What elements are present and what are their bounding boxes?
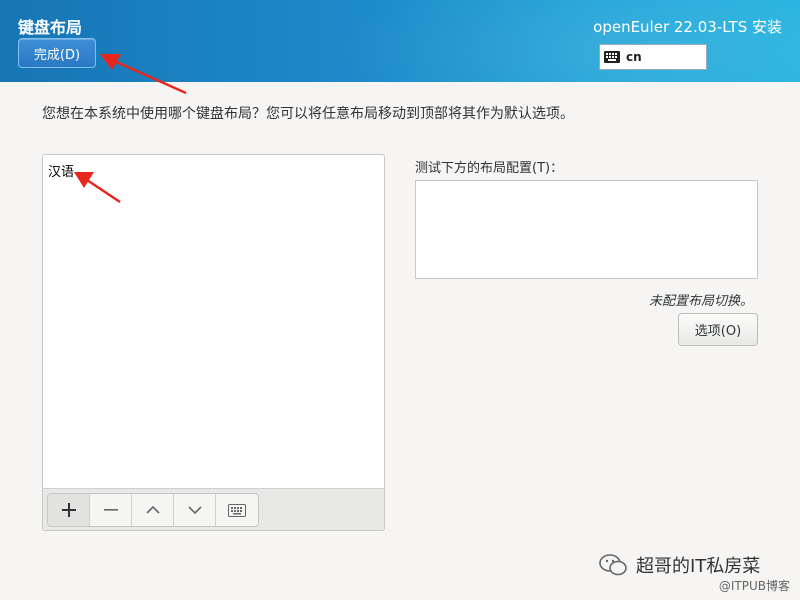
layout-item-chinese[interactable]: 汉语 [48, 161, 74, 180]
plus-icon [61, 503, 76, 517]
options-button[interactable]: 选项(O) [678, 313, 758, 346]
instruction-text: 您想在本系统中使用哪个键盘布局？您可以将任意布局移动到顶部将其作为默认选项。 [42, 106, 574, 122]
add-layout-button[interactable] [48, 494, 90, 526]
watermark-source: @ITPUB博客 [718, 579, 790, 593]
preview-layout-button[interactable] [216, 494, 258, 526]
layout-list: 汉语 [42, 154, 385, 531]
keyboard-layout-indicator[interactable]: cn [599, 44, 707, 70]
header-bar: 键盘布局 完成(D) openEuler 22.03-LTS 安装 cn [0, 0, 800, 82]
keyboard-icon [604, 51, 620, 63]
layout-switch-status: 未配置布局切换。 [648, 294, 753, 309]
watermark-channel-text: 超哥的IT私房菜 [636, 556, 761, 577]
watermark-channel: 超哥的IT私房菜 [598, 552, 760, 578]
wechat-icon [599, 554, 627, 576]
done-button[interactable]: 完成(D) [18, 38, 96, 68]
chevron-up-icon [145, 505, 160, 514]
layout-toolbar [43, 488, 384, 530]
product-title: openEuler 22.03-LTS 安装 [593, 18, 782, 36]
minus-icon [103, 509, 118, 511]
chevron-down-icon [187, 506, 202, 515]
header-decoration [280, 0, 800, 82]
page-title: 键盘布局 [18, 18, 83, 37]
test-layout-input[interactable] [415, 180, 758, 279]
keyboard-icon [228, 503, 246, 517]
layout-toolbar-buttons [47, 493, 259, 527]
test-layout-label: 测试下方的布局配置(T)： [415, 161, 564, 176]
keyboard-layout-code: cn [626, 50, 642, 64]
move-layout-up-button[interactable] [132, 494, 174, 526]
remove-layout-button[interactable] [90, 494, 132, 526]
move-layout-down-button[interactable] [174, 494, 216, 526]
